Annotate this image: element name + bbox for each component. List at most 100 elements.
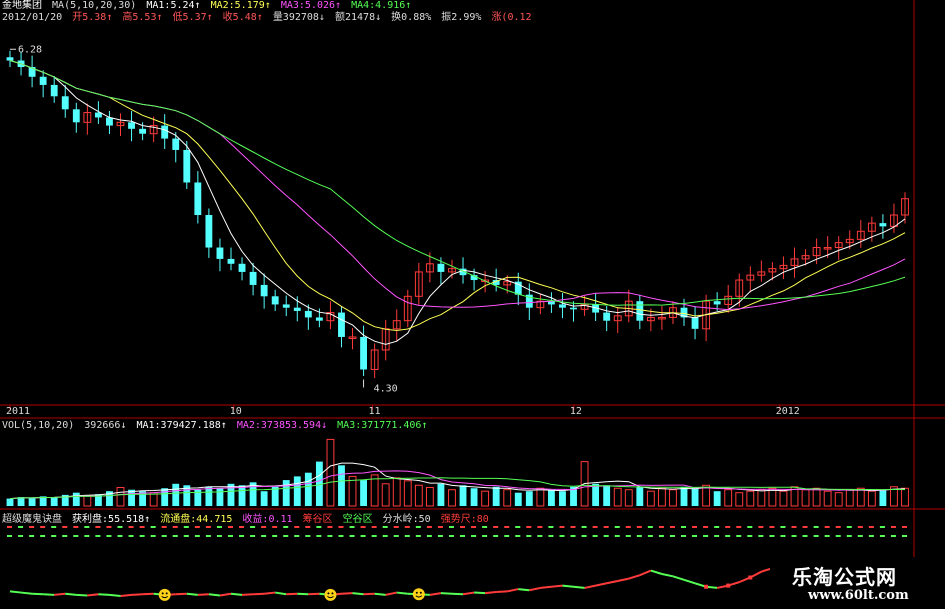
zone-dash-green bbox=[890, 535, 896, 537]
zone-dash-green bbox=[824, 535, 830, 537]
volume-bar bbox=[603, 485, 611, 506]
indicator-segment bbox=[650, 569, 663, 575]
candle-body bbox=[260, 284, 268, 297]
zone-dash-green bbox=[161, 535, 167, 537]
volume-bar bbox=[713, 491, 721, 506]
zone-dash-red bbox=[250, 526, 256, 528]
zone-dash-red bbox=[18, 526, 24, 528]
volume-bar bbox=[437, 483, 445, 506]
candle-body bbox=[437, 263, 445, 272]
volume-bar bbox=[823, 490, 832, 507]
indicator-segment bbox=[462, 591, 475, 596]
indicator-segment bbox=[451, 592, 464, 596]
zone-dash-red bbox=[51, 526, 57, 528]
zone-dash-green bbox=[216, 535, 222, 537]
volume-bar bbox=[481, 490, 490, 507]
indicator-segment bbox=[9, 590, 22, 594]
candle-body bbox=[636, 301, 644, 321]
indicator-segment bbox=[352, 592, 364, 596]
zone-dash-green bbox=[570, 535, 576, 537]
volume-bar bbox=[293, 476, 301, 506]
x-tick-label: 11 bbox=[368, 406, 380, 417]
candle-body bbox=[39, 76, 47, 85]
volume-bar bbox=[403, 480, 412, 507]
zone-dash-green bbox=[183, 535, 189, 537]
indicator-segment bbox=[606, 579, 618, 585]
quote-header: 2012/01/20 开5.38↑ 高5.53↑ 低5.37↑ 收5.48↑ 量… bbox=[2, 12, 536, 24]
zone-dash-green bbox=[603, 535, 609, 537]
zone-dash-red bbox=[504, 526, 510, 528]
indicator-segment bbox=[341, 592, 353, 595]
zone-dash-green bbox=[857, 535, 863, 537]
candle-body bbox=[304, 310, 312, 318]
volume-bar bbox=[28, 497, 36, 506]
zone-dash-green bbox=[868, 535, 874, 537]
zone-dash-green bbox=[327, 535, 333, 537]
candle-body bbox=[161, 125, 169, 139]
price-x-axis: 2011 10 11 12 2012 bbox=[0, 405, 945, 419]
zone-dash-red bbox=[150, 526, 156, 528]
zone-dash-green bbox=[559, 535, 565, 537]
ma3-value: MA3:5.026↑ bbox=[280, 0, 342, 11]
zone-dash-green bbox=[128, 535, 134, 537]
indicator-segment bbox=[584, 584, 596, 589]
indicator-segment bbox=[639, 569, 652, 577]
zone-dash-red bbox=[714, 526, 720, 528]
zone-dash-green bbox=[349, 535, 355, 537]
zone-dash-green bbox=[139, 535, 145, 537]
volume-bar bbox=[592, 483, 600, 506]
indicator-segment bbox=[429, 592, 442, 596]
indicator-segment bbox=[308, 592, 320, 596]
indicator-segment bbox=[374, 592, 386, 596]
indicator-segment bbox=[253, 592, 265, 596]
indicator-segment bbox=[286, 592, 298, 596]
indicator-segment bbox=[275, 591, 287, 596]
volume-bar bbox=[845, 489, 854, 507]
candle-body bbox=[128, 122, 135, 129]
zone-dash-green bbox=[526, 535, 532, 537]
stock-name: 金地集团 bbox=[2, 0, 42, 11]
signal-marker bbox=[726, 583, 731, 588]
zone-dash-red bbox=[879, 526, 885, 528]
zone-dash-green bbox=[681, 535, 687, 537]
volume-bar bbox=[867, 490, 876, 507]
indicator-segment bbox=[672, 575, 685, 581]
indicator-segment bbox=[32, 592, 44, 596]
signal-marker bbox=[704, 584, 709, 589]
zone-dash-green bbox=[338, 535, 344, 537]
volume-bar bbox=[72, 492, 80, 506]
zone-dash-red bbox=[802, 526, 808, 528]
zone-dash-red bbox=[890, 526, 896, 528]
indicator-segment bbox=[230, 592, 243, 596]
indicator-segment bbox=[628, 574, 641, 580]
ind-profit: 获利盘:55.518↑ bbox=[72, 514, 151, 525]
ma2-line bbox=[9, 60, 906, 332]
price-header: 金地集团 MA(5,10,20,30) MA1:5.24↑ MA2:5.179↑… bbox=[2, 0, 415, 12]
zone-dash-green bbox=[482, 535, 488, 537]
candle-body bbox=[205, 215, 213, 248]
volume-bar bbox=[636, 486, 644, 506]
zone-dash-red bbox=[636, 526, 642, 528]
smiley-eye bbox=[415, 591, 418, 594]
vol-ma1: MA1:379427.188↑ bbox=[136, 420, 227, 431]
zone-dash-green bbox=[205, 535, 211, 537]
zone-dash-green bbox=[636, 535, 642, 537]
zone-dash-green bbox=[393, 535, 399, 537]
candle-body bbox=[691, 317, 699, 329]
candle-body bbox=[72, 109, 80, 123]
zone-dash-green bbox=[294, 535, 300, 537]
candle-body bbox=[183, 149, 191, 183]
volume-bar bbox=[735, 492, 744, 507]
volume-bar bbox=[724, 489, 733, 507]
zone-dash-red bbox=[29, 526, 35, 528]
indicator-segment bbox=[529, 586, 541, 592]
ind-ridge: 分水岭:50 bbox=[382, 514, 431, 525]
zone-dash-red bbox=[305, 526, 311, 528]
zone-dash-green bbox=[227, 535, 233, 537]
indicator-segment bbox=[241, 593, 254, 596]
zone-dash-green bbox=[150, 535, 156, 537]
ma1-value: MA1:5.24↑ bbox=[146, 0, 201, 11]
ma4-value: MA4:4.916↑ bbox=[351, 0, 412, 11]
indicator-segment bbox=[219, 592, 232, 597]
zone-dash-red bbox=[725, 526, 731, 528]
